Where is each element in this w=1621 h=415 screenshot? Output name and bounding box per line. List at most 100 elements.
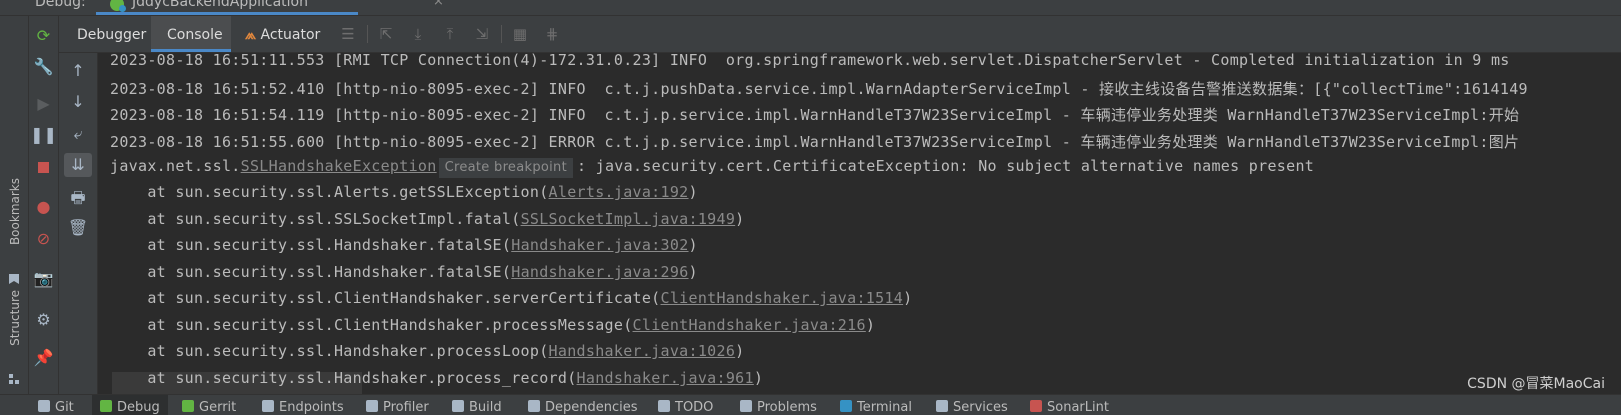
debug-tabs-toolbar: Debugger Console ⩕ Actuator ☰ ⇱ ⤓ ⤒ ⇲ ▦ … xyxy=(59,16,1621,53)
services-icon xyxy=(936,400,948,412)
frame-method: at sun.security.ssl.ClientHandshaker.pro… xyxy=(110,316,633,334)
toolwindow-todo[interactable]: TODO xyxy=(658,395,713,415)
toolwindow-label: Build xyxy=(469,400,502,415)
frame-method: at sun.security.ssl.ClientHandshaker.ser… xyxy=(110,289,661,307)
bookmarks-stripe-button[interactable]: Bookmarks xyxy=(8,178,22,245)
gerrit-icon xyxy=(182,400,194,412)
settings-gear-icon[interactable]: ⚙ xyxy=(29,309,58,331)
stop-icon[interactable] xyxy=(29,156,58,178)
toolwindow-label: Problems xyxy=(757,400,817,415)
soft-wrap-icon[interactable]: ⤶ xyxy=(64,122,92,146)
frame-source-link[interactable]: Handshaker.java:1026 xyxy=(549,342,736,360)
toolwindow-label: TODO xyxy=(675,400,714,415)
toolbar-separator xyxy=(367,25,368,43)
log-line: 2023-08-18 16:51:11.553 [RMI TCP Connect… xyxy=(110,53,1510,69)
step-out-icon[interactable]: ⇲ xyxy=(471,23,493,45)
frame-method: at sun.security.ssl.Handshaker.process_r… xyxy=(110,369,577,387)
step-over-icon[interactable]: ⤓ xyxy=(407,23,429,45)
toolwindow-sonarlint[interactable]: SonarLint xyxy=(1030,395,1109,415)
frame-source-link[interactable]: Handshaker.java:302 xyxy=(511,236,688,254)
frame-end: ) xyxy=(688,183,698,201)
evaluate-expression-icon[interactable]: ▦ xyxy=(509,23,531,45)
structure-stripe-button[interactable]: Structure xyxy=(8,290,22,346)
build-hammer-icon xyxy=(452,400,464,412)
pause-icon[interactable]: ❚❚ xyxy=(29,124,58,146)
frame-end: ) xyxy=(735,210,745,228)
bookmark-icon[interactable] xyxy=(9,274,19,284)
frame-source-link[interactable]: ClientHandshaker.java:216 xyxy=(633,316,866,334)
resume-icon[interactable]: ▶ xyxy=(29,93,58,115)
create-breakpoint-hint[interactable]: Create breakpoint xyxy=(438,158,573,178)
toolbar-separator xyxy=(501,25,502,43)
profiler-icon xyxy=(366,400,378,412)
stack-frame: at sun.security.ssl.SSLSocketImpl.fatal(… xyxy=(110,210,745,228)
rerun-icon[interactable]: ⟳ xyxy=(29,25,58,47)
git-icon xyxy=(38,400,50,412)
toolwindow-dependencies[interactable]: Dependencies xyxy=(528,395,638,415)
toolwindow-label: Debug xyxy=(117,400,160,415)
threads-layout-icon[interactable]: ☰ xyxy=(337,23,359,45)
toolwindow-gerrit[interactable]: Gerrit xyxy=(182,395,236,415)
bottom-tool-window-bar: Git Debug Gerrit Endpoints Profiler Buil… xyxy=(0,394,1621,415)
toolwindow-terminal[interactable]: Terminal xyxy=(840,395,912,415)
scroll-up-icon[interactable]: ↑ xyxy=(64,59,92,83)
step-into-icon[interactable]: ⤒ xyxy=(439,23,461,45)
print-icon[interactable]: 🖶 xyxy=(64,186,92,210)
exception-class-link[interactable]: SSLHandshakeException xyxy=(241,157,437,175)
stack-frame: at sun.security.ssl.Handshaker.fatalSE(H… xyxy=(110,263,698,281)
exception-message: : java.security.cert.CertificateExceptio… xyxy=(576,157,1315,175)
close-tab-icon[interactable]: × xyxy=(433,0,444,9)
frame-end: ) xyxy=(903,289,913,307)
view-breakpoints-icon[interactable]: ● xyxy=(29,196,58,218)
tab-actuator[interactable]: ⩕ Actuator xyxy=(245,16,341,52)
modify-config-icon[interactable]: 🔧 xyxy=(29,56,58,78)
left-tool-stripe: Bookmarks Structure xyxy=(0,16,29,394)
terminal-icon xyxy=(840,400,852,412)
toolwindow-profiler[interactable]: Profiler xyxy=(366,395,429,415)
toolwindow-services[interactable]: Services xyxy=(936,395,1008,415)
exception-prefix: javax.net.ssl. xyxy=(110,157,241,175)
frame-source-link[interactable]: SSLSocketImpl.java:1949 xyxy=(521,210,736,228)
structure-icon[interactable] xyxy=(9,374,20,385)
tab-console[interactable]: Console xyxy=(151,16,231,52)
toolwindow-debug[interactable]: Debug xyxy=(92,395,168,415)
scroll-to-end-icon[interactable]: ⇊ xyxy=(64,153,92,177)
frame-method: at sun.security.ssl.Handshaker.processLo… xyxy=(110,342,549,360)
toolwindow-git[interactable]: Git xyxy=(38,395,74,415)
toolwindow-endpoints[interactable]: Endpoints xyxy=(262,395,344,415)
toolwindow-problems[interactable]: Problems xyxy=(740,395,817,415)
frame-source-link[interactable]: Handshaker.java:961 xyxy=(577,369,754,387)
problems-icon xyxy=(740,400,752,412)
frame-source-link[interactable]: Handshaker.java:296 xyxy=(511,263,688,281)
frame-end: ) xyxy=(735,342,745,360)
debug-actions-bar: ⟳ 🔧 ▶ ❚❚ ● ⊘ 📷 ⚙ 📌 xyxy=(29,16,59,394)
console-output[interactable]: 2023-08-18 16:51:11.553 [RMI TCP Connect… xyxy=(98,53,1621,394)
debug-bug-icon xyxy=(100,400,112,412)
console-side-toolbar: ↑ ↓ ⤶ ⇊ 🖶 🗑 xyxy=(59,53,98,394)
toolwindow-label: Dependencies xyxy=(545,400,638,415)
sonarlint-icon xyxy=(1030,400,1042,412)
clear-all-icon[interactable]: 🗑 xyxy=(64,216,92,240)
show-execution-point-icon[interactable]: ⇱ xyxy=(375,23,397,45)
exception-line: javax.net.ssl.SSLHandshakeException Creat… xyxy=(110,157,1314,178)
camera-icon[interactable]: 📷 xyxy=(29,268,58,290)
trace-stream-icon[interactable]: ⋕ xyxy=(541,23,563,45)
frame-method: at sun.security.ssl.Handshaker.fatalSE( xyxy=(110,263,512,281)
frame-source-link[interactable]: ClientHandshaker.java:1514 xyxy=(661,289,904,307)
debug-toolwindow-header: Debug: JddycBackendApplication × xyxy=(0,0,1621,16)
tab-debugger[interactable]: Debugger xyxy=(77,16,146,52)
pin-icon[interactable]: 📌 xyxy=(29,347,58,369)
mute-breakpoints-icon[interactable]: ⊘ xyxy=(29,228,58,250)
stack-frame: at sun.security.ssl.ClientHandshaker.pro… xyxy=(110,316,875,334)
toolwindow-label: SonarLint xyxy=(1047,400,1109,415)
stack-frame: at sun.security.ssl.Handshaker.fatalSE(H… xyxy=(110,236,698,254)
scroll-down-icon[interactable]: ↓ xyxy=(64,90,92,114)
toolwindow-build[interactable]: Build xyxy=(452,395,502,415)
toolwindow-label: Profiler xyxy=(383,400,429,415)
tab-actuator-label: Actuator xyxy=(260,27,321,43)
frame-end: ) xyxy=(753,369,764,387)
stack-frame: at sun.security.ssl.Handshaker.processLo… xyxy=(110,342,745,360)
toolwindow-label: Git xyxy=(55,400,74,415)
stack-frame: at sun.security.ssl.Alerts.getSSLExcepti… xyxy=(110,183,698,201)
frame-source-link[interactable]: Alerts.java:192 xyxy=(549,183,689,201)
